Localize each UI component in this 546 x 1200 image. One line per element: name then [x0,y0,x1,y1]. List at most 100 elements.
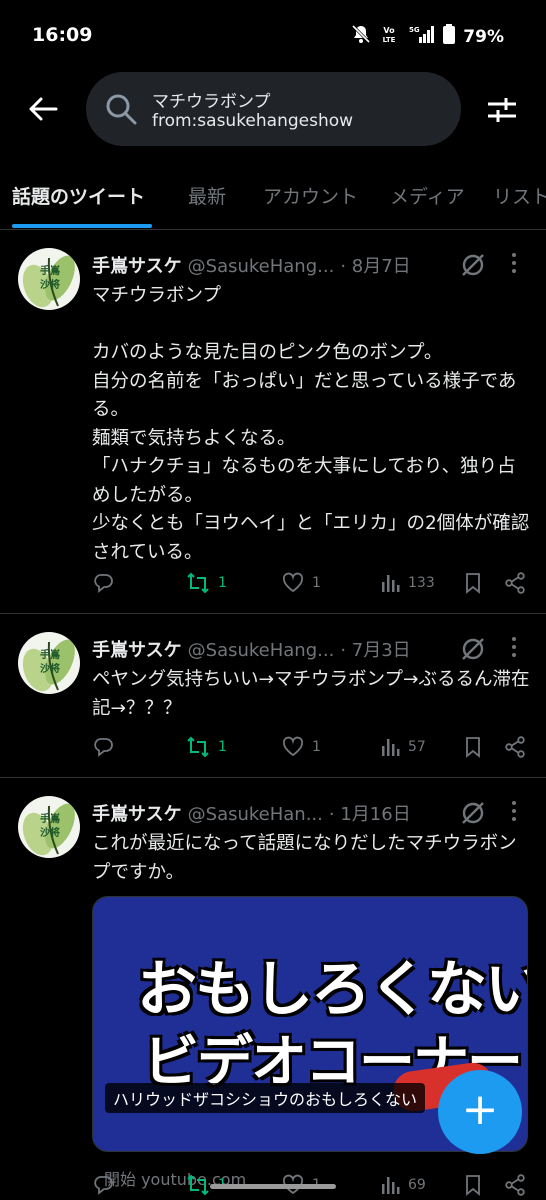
reply-icon [94,1176,113,1195]
more-options-icon[interactable] [510,800,518,826]
bookmark-icon [466,737,480,758]
tab-latest[interactable]: 最新 [188,182,226,209]
views-icon [382,575,400,592]
tweet-text: ペヤング気持ちいい→マチウラボンプ→ぶるるん滞在記→？？？ [92,669,530,719]
svg-text:沙将: 沙将 [40,278,60,291]
like-count: 1 [312,575,321,591]
search-input[interactable]: マチウラボンプ from:sasukehangeshow [86,72,461,146]
search-settings-button[interactable] [486,94,518,126]
svg-text:LTE: LTE [383,36,396,44]
view-count: 133 [408,575,435,591]
display-name[interactable]: 手嶌サスケ [92,800,182,826]
tab-lists[interactable]: リスト [493,182,546,209]
search-query-line2: from:sasukehangeshow [152,111,354,131]
reply-icon [94,574,113,593]
gesture-bar[interactable] [210,1184,336,1189]
tab-media[interactable]: メディア [390,182,465,209]
views-button[interactable]: 133 [380,572,435,594]
retweet-count: 1 [218,739,227,755]
username[interactable]: @SasukeHang... [188,640,335,661]
status-time: 16:09 [32,24,93,46]
svg-text:手嶌: 手嶌 [40,648,60,661]
svg-text:沙将: 沙将 [40,826,60,839]
views-button[interactable]: 69 [380,1174,426,1196]
video-thumbnail-title-line1: おもしろくない [137,955,528,1025]
views-icon [382,739,400,756]
bookmark-icon [466,573,480,594]
avatar[interactable]: 手嶌 沙将 [18,248,80,310]
retweet-icon [187,572,209,594]
avatar[interactable]: 手嶌 沙将 [18,796,80,858]
reply-button[interactable] [92,1174,114,1196]
display-name[interactable]: 手嶌サスケ [92,636,182,662]
tweet[interactable]: 手嶌 沙将 手嶌サスケ @SasukeHang... · 8月7日 マチウラボン… [0,230,546,614]
tweet-header: 手嶌サスケ @SasukeHang... · 7月3日 [92,636,411,662]
tweet-text: これが最近になって話題になりだしたマチウラボンプですか。 [92,833,517,883]
leaf-logo-icon: 手嶌 沙将 [22,255,75,308]
active-tab-indicator [12,224,152,228]
svg-text:沙将: 沙将 [40,662,60,675]
views-button[interactable]: 57 [380,736,426,758]
username[interactable]: @SasukeHan... [188,804,323,825]
search-icon [104,92,138,130]
grok-icon[interactable] [460,636,486,666]
retweet-icon [187,1174,209,1196]
display-name[interactable]: 手嶌サスケ [92,252,182,278]
bookmark-icon [466,1175,480,1196]
grok-icon[interactable] [460,252,486,282]
tweet-text: マチウラボンプ カバのような見た目のピンク色のボンプ。 自分の名前を「おっぱい」… [92,285,530,563]
search-query-line1: マチウラボンプ [152,92,271,112]
more-options-icon[interactable] [510,636,518,662]
tweet-date[interactable]: · 1月16日 [329,800,411,826]
back-arrow-icon [29,97,58,121]
bookmark-button[interactable] [464,736,482,758]
search-header: マチウラボンプ from:sasukehangeshow [0,72,546,148]
retweet-button[interactable]: 1 [186,736,227,758]
like-count: 1 [312,739,321,755]
tweet[interactable]: 手嶌 沙将 手嶌サスケ @SasukeHang... · 7月3日 ペヤング気持… [0,614,546,778]
status-icons: Vo LTE 5G 79% [351,24,504,49]
reply-button[interactable] [92,736,114,758]
video-caption: ハリウッドザコシショウのおもしろくない [105,1083,426,1113]
battery-icon [443,24,456,49]
share-icon [505,1174,525,1196]
views-icon [382,1177,400,1194]
mute-icon [351,24,371,49]
tweet-date[interactable]: · 7月3日 [340,636,410,662]
view-count: 69 [408,1177,426,1193]
share-button[interactable] [504,1174,526,1196]
battery-percent: 79% [463,26,504,47]
svg-text:手嶌: 手嶌 [40,812,60,825]
compose-tweet-button[interactable]: + [438,1070,522,1154]
grok-icon[interactable] [460,800,486,830]
share-button[interactable] [504,572,526,594]
tab-accounts[interactable]: アカウント [263,182,358,209]
more-options-icon[interactable] [510,252,518,278]
volte-icon: Vo LTE [379,24,399,49]
like-button[interactable]: 1 [282,736,321,758]
retweet-icon [187,736,209,758]
bookmark-button[interactable] [464,572,482,594]
reply-button[interactable] [92,572,114,594]
svg-text:Vo: Vo [384,26,396,35]
bookmark-button[interactable] [464,1174,482,1196]
reply-icon [94,738,113,757]
svg-text:5G: 5G [409,26,420,34]
view-count: 57 [408,739,426,755]
tweet-date[interactable]: · 8月7日 [340,252,410,278]
tweet-actions: 1 1 133 [92,572,532,598]
avatar[interactable]: 手嶌 沙将 [18,632,80,694]
heart-icon [282,736,304,757]
share-icon [505,572,525,594]
tab-top[interactable]: 話題のツイート [12,182,145,209]
like-button[interactable]: 1 [282,572,321,594]
tweet-header: 手嶌サスケ @SasukeHan... · 1月16日 [92,800,411,826]
sliders-icon [488,98,516,122]
back-button[interactable] [26,92,60,126]
username[interactable]: @SasukeHang... [188,256,335,277]
retweet-count: 1 [218,575,227,591]
plus-icon: + [461,1084,499,1135]
status-bar: 16:09 Vo LTE 5G 79% [0,0,546,70]
retweet-button[interactable]: 1 [186,572,227,594]
share-button[interactable] [504,736,526,758]
